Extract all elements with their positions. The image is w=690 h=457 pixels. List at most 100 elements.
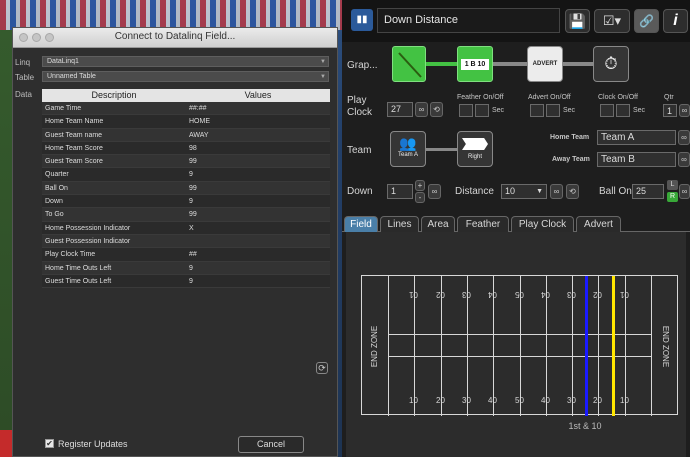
link-icon[interactable]: ∞ xyxy=(415,102,428,117)
yard-number-top: 04 xyxy=(541,290,550,299)
chevron-down-icon: ▼ xyxy=(536,188,543,195)
row-value xyxy=(186,235,330,247)
graphic-label: Grap... xyxy=(347,60,378,71)
tab-play-clock[interactable]: Play Clock xyxy=(511,216,574,232)
clock-sec-label: Sec xyxy=(633,107,646,114)
clock-sec-input[interactable] xyxy=(616,104,630,117)
link-icon[interactable]: ∞ xyxy=(679,104,690,117)
cancel-button[interactable]: Cancel xyxy=(238,436,304,453)
goal-line-left xyxy=(388,276,389,416)
node-advert[interactable]: ADVERT xyxy=(527,46,563,82)
row-description: Guest Possession Indicator xyxy=(45,237,131,245)
table-row[interactable]: Play Clock Time ## xyxy=(42,248,330,262)
row-description: Guest Team Score xyxy=(45,158,103,166)
table-row[interactable]: Guest Time Outs Left 9 xyxy=(42,274,330,289)
link-icon[interactable]: ∞ xyxy=(678,130,690,145)
table-row[interactable]: Home Time Outs Left 9 xyxy=(42,261,330,275)
register-updates-label: Register Updates xyxy=(58,439,128,449)
table-row[interactable]: Guest Team name AWAY xyxy=(42,128,330,142)
increment-button[interactable]: + xyxy=(415,180,425,191)
yard-number-bottom: 30 xyxy=(567,396,576,405)
down-input[interactable]: 1 xyxy=(387,184,413,199)
row-description: Home Team Score xyxy=(45,144,103,152)
right-node[interactable]: Right xyxy=(457,131,493,167)
check-dropdown-button[interactable]: ☑▾ xyxy=(594,9,630,33)
away-team-label: Away Team xyxy=(552,156,590,163)
tab-feather[interactable]: Feather xyxy=(457,216,509,232)
distance-select[interactable]: 10 ▼ xyxy=(501,184,547,199)
tab-field[interactable]: Field xyxy=(344,216,378,232)
away-team-input[interactable]: Team B xyxy=(597,152,676,167)
qtr-input[interactable]: 1 xyxy=(663,104,677,117)
row-value: ## xyxy=(189,251,197,259)
linq-label: Linq xyxy=(15,58,31,67)
row-value: 9 xyxy=(189,171,193,179)
slash-icon xyxy=(398,52,422,78)
table-row[interactable]: Down 9 xyxy=(42,195,330,209)
table-row[interactable]: Ball On 99 xyxy=(42,181,330,196)
yard-number-top: 01 xyxy=(620,290,629,299)
reset-icon[interactable]: ⟲ xyxy=(430,102,443,117)
scene-icon[interactable]: ▮▮ xyxy=(351,9,373,31)
feather-sec-input[interactable] xyxy=(475,104,489,117)
yard-number-bottom: 30 xyxy=(462,396,471,405)
tab-lines[interactable]: Lines xyxy=(380,216,419,232)
feather-toggle[interactable] xyxy=(459,104,473,117)
table-row[interactable]: To Go 99 xyxy=(42,208,330,222)
connector-gray-2 xyxy=(563,62,593,66)
tab-area[interactable]: Area xyxy=(421,216,455,232)
node-1b10[interactable]: 1 B 10 xyxy=(457,46,493,82)
left-toggle[interactable]: L xyxy=(667,180,678,190)
play-clock-input[interactable]: 27 xyxy=(387,102,413,117)
register-updates-checkbox[interactable]: ✔ xyxy=(45,439,54,448)
row-value: HOME xyxy=(189,118,210,126)
column-header-values[interactable]: Values xyxy=(186,89,330,102)
yard-number-top: 03 xyxy=(567,290,576,299)
table-row[interactable]: Home Team Name HOME xyxy=(42,115,330,129)
table-row[interactable]: Home Team Score 98 xyxy=(42,141,330,156)
clock-toggle[interactable] xyxy=(600,104,614,117)
stopwatch-icon[interactable]: ⏱ xyxy=(593,46,629,82)
table-row[interactable]: Game Time ##:## xyxy=(42,102,330,116)
yard-number-top: 02 xyxy=(593,290,602,299)
link-icon[interactable]: ∞ xyxy=(678,152,690,167)
field-caption: 1st & 10 xyxy=(568,421,602,431)
chevron-down-icon: ▼ xyxy=(320,59,326,65)
row-value: 98 xyxy=(189,144,197,152)
refresh-icon[interactable]: ⟳ xyxy=(316,362,328,374)
tab-advert[interactable]: Advert xyxy=(576,216,621,232)
link-icon[interactable]: ∞ xyxy=(428,184,441,199)
decrement-button[interactable]: - xyxy=(415,192,425,203)
yard-number-top: 01 xyxy=(409,290,418,299)
advert-toggle[interactable] xyxy=(530,104,544,117)
graphic-toggle[interactable] xyxy=(392,46,426,82)
link-icon[interactable]: 🔗 xyxy=(634,9,659,33)
yard-number-top: 05 xyxy=(515,290,524,299)
reset-icon[interactable]: ⟲ xyxy=(566,184,579,199)
team-label: Team xyxy=(347,145,372,156)
table-row[interactable]: Guest Possession Indicator xyxy=(42,234,330,249)
linq-select[interactable]: DataLinq1 ▼ xyxy=(42,56,329,67)
info-icon[interactable]: i xyxy=(663,9,688,33)
row-description: Quarter xyxy=(45,171,69,179)
save-icon[interactable]: 💾 xyxy=(565,9,590,33)
table-label: Table xyxy=(15,73,35,82)
table-row[interactable]: Home Possession Indicator X xyxy=(42,221,330,235)
advert-sec-input[interactable] xyxy=(546,104,560,117)
ball-on-input[interactable]: 25 xyxy=(632,184,664,199)
football-field[interactable]: END ZONE END ZONE 01 10 02 20 03 30 04 40 05 50 04… xyxy=(361,275,678,416)
team-node[interactable]: 👥 Team A xyxy=(390,131,426,167)
link-icon[interactable]: ∞ xyxy=(550,184,563,199)
link-icon[interactable]: ∞ xyxy=(679,184,690,199)
row-description: Home Possession Indicator xyxy=(45,224,131,232)
table-value: Unnamed Table xyxy=(47,73,96,80)
row-description: Home Time Outs Left xyxy=(45,264,112,272)
chevron-down-icon: ▼ xyxy=(320,74,326,80)
right-toggle[interactable]: R xyxy=(667,192,678,202)
home-team-input[interactable]: Team A xyxy=(597,130,676,145)
table-select[interactable]: Unnamed Table ▼ xyxy=(42,71,329,82)
table-row[interactable]: Guest Team Score 99 xyxy=(42,155,330,169)
table-row[interactable]: Quarter 9 xyxy=(42,168,330,182)
column-header-description[interactable]: Description xyxy=(42,89,186,102)
scene-title-field[interactable]: Down Distance xyxy=(377,8,560,33)
